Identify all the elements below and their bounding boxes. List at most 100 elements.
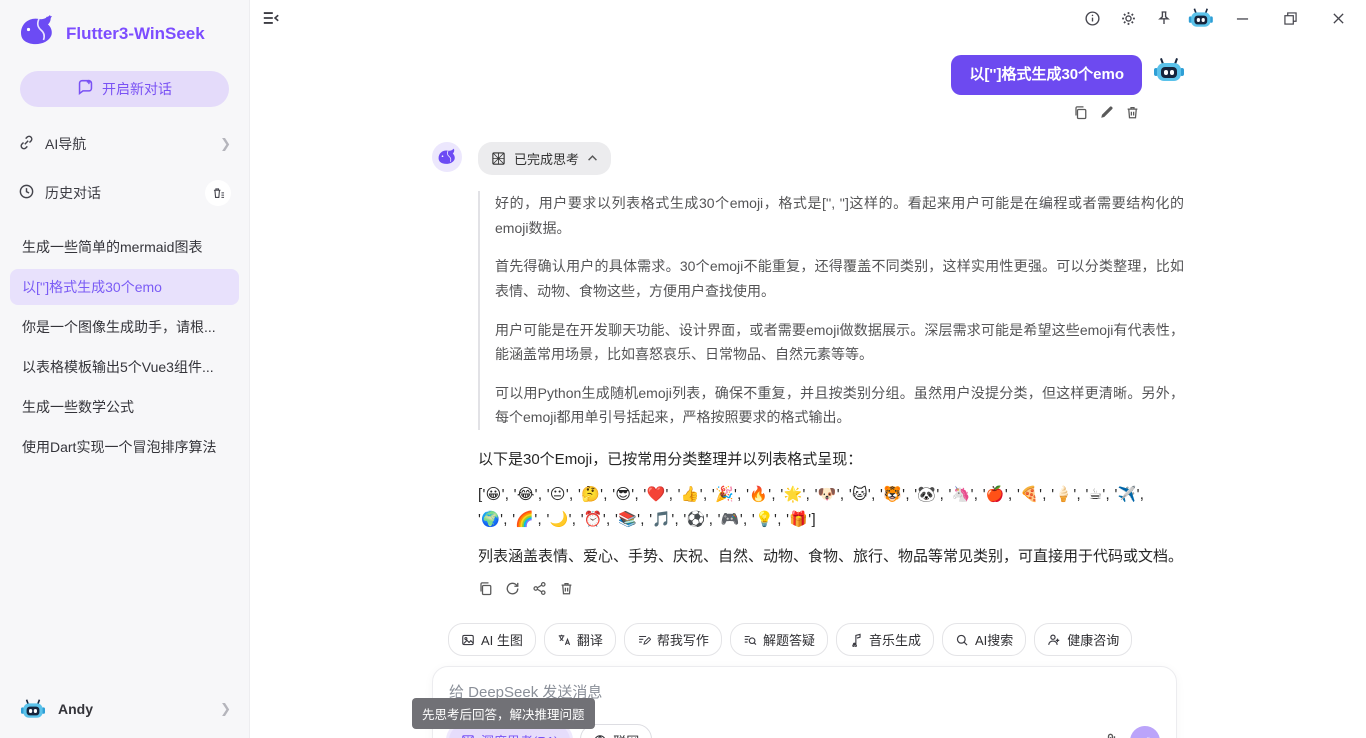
copy-icon[interactable] — [1073, 105, 1088, 120]
assistant-avatar — [432, 142, 462, 172]
image-icon — [461, 633, 475, 647]
link-icon — [18, 134, 35, 154]
chip-writing[interactable]: 帮我写作 — [624, 623, 722, 656]
chevron-right-icon: ❯ — [220, 701, 231, 717]
thinking-paragraph: 可以用Python生成随机emoji列表，确保不重复，并且按类别分组。虽然用户没… — [495, 381, 1184, 430]
titlebar-icons — [1078, 4, 1358, 32]
edit-icon[interactable] — [1099, 105, 1114, 120]
music-note-icon — [849, 633, 863, 647]
whale-logo-icon — [18, 14, 56, 53]
share-icon[interactable] — [532, 581, 547, 596]
new-chat-icon — [77, 79, 94, 99]
new-chat-button[interactable]: 开启新对话 — [20, 71, 229, 107]
thinking-status-pill[interactable]: 已完成思考 — [478, 142, 611, 175]
user-message-row: 以['']格式生成30个emo — [432, 55, 1184, 95]
app-title: Flutter3-WinSeek — [66, 24, 205, 44]
emoji-list: ['😀', '😂', '😐', '🤔', '😎', '❤️', '👍', '🎉'… — [478, 482, 1184, 533]
paperclip-icon — [1103, 732, 1120, 738]
user-profile-row[interactable]: Andy ❯ — [0, 680, 249, 738]
emoji-list-line: ['😀', '😂', '😐', '🤔', '😎', '❤️', '👍', '🎉'… — [478, 482, 1184, 508]
sidebar-item-ai-nav[interactable]: AI导航 ❯ — [0, 121, 249, 167]
history-item-active[interactable]: 以['']格式生成30个emo — [10, 269, 239, 305]
maximize-button[interactable] — [1270, 4, 1310, 32]
user-avatar — [21, 697, 45, 721]
title-bar — [250, 0, 1366, 32]
app-window: Flutter3-WinSeek 开启新对话 AI导航 ❯ — [0, 0, 1366, 738]
delete-icon[interactable] — [559, 581, 574, 596]
send-button[interactable] — [1130, 726, 1160, 738]
deepthink-icon — [491, 151, 506, 166]
translate-icon — [557, 633, 571, 647]
chip-ai-image[interactable]: AI 生图 — [448, 623, 536, 656]
delete-icon[interactable] — [1125, 105, 1140, 120]
user-name: Andy — [58, 701, 210, 717]
copy-icon[interactable] — [478, 581, 493, 596]
sidebar: Flutter3-WinSeek 开启新对话 AI导航 ❯ — [0, 0, 250, 738]
new-chat-label: 开启新对话 — [102, 79, 172, 99]
info-icon[interactable] — [1078, 4, 1106, 32]
answer-heading: 以下是30个Emoji，已按常用分类整理并以列表格式呈现： — [478, 447, 1184, 473]
chip-label: 解题答疑 — [763, 630, 815, 649]
answer-closing: 列表涵盖表情、爱心、手势、庆祝、自然、动物、食物、旅行、物品等常见类别，可直接用… — [478, 544, 1184, 570]
chip-label: 帮我写作 — [657, 630, 709, 649]
deep-think-label: 深度思考(R1) — [481, 731, 558, 738]
chip-label: 健康咨询 — [1067, 630, 1119, 649]
send-icon — [1138, 734, 1152, 738]
sidebar-collapse-icon[interactable] — [262, 9, 280, 27]
chip-label: AI搜索 — [975, 630, 1013, 649]
question-search-icon — [743, 633, 757, 647]
clear-history-button[interactable] — [205, 180, 231, 206]
chat-area: 以['']格式生成30个emo — [250, 32, 1366, 738]
globe-icon — [593, 734, 607, 738]
chip-ai-search[interactable]: AI搜索 — [942, 623, 1026, 656]
deepthink-icon — [461, 734, 475, 738]
history-item[interactable]: 生成一些数学公式 — [10, 389, 239, 425]
user-message-avatar — [1154, 55, 1184, 85]
history-item[interactable]: 生成一些简单的mermaid图表 — [10, 229, 239, 265]
sidebar-item-history[interactable]: 历史对话 — [0, 167, 249, 219]
brand: Flutter3-WinSeek — [0, 0, 249, 63]
thinking-content: 好的，用户要求以列表格式生成30个emoji，格式是['', '']这样的。看起… — [478, 191, 1184, 430]
regenerate-icon[interactable] — [505, 581, 520, 596]
minimize-button[interactable] — [1222, 4, 1262, 32]
emoji-list-line: '🌍', '🌈', '🌙', '⏰', '📚', '🎵', '⚽', '🎮', … — [478, 507, 1184, 533]
sidebar-item-label: AI导航 — [45, 134, 210, 154]
assistant-robot-icon[interactable] — [1186, 4, 1214, 32]
chip-label: 翻译 — [577, 630, 603, 649]
chip-health[interactable]: 健康咨询 — [1034, 623, 1132, 656]
attachment-button[interactable] — [1103, 732, 1120, 738]
assistant-answer: 以下是30个Emoji，已按常用分类整理并以列表格式呈现： ['😀', '😂',… — [478, 447, 1184, 569]
thinking-paragraph: 首先得确认用户的具体需求。30个emoji不能重复，还得覆盖不同类别，这样实用性… — [495, 254, 1184, 303]
main-area: 以['']格式生成30个emo — [250, 0, 1366, 738]
chip-label: 音乐生成 — [869, 630, 921, 649]
history-item[interactable]: 使用Dart实现一个冒泡排序算法 — [10, 429, 239, 465]
chip-translate[interactable]: 翻译 — [544, 623, 616, 656]
assistant-message-row: 已完成思考 好的，用户要求以列表格式生成30个emoji，格式是['', '']… — [432, 142, 1184, 596]
history-list: 生成一些简单的mermaid图表 以['']格式生成30个emo 你是一个图像生… — [0, 225, 249, 680]
chip-label: AI 生图 — [481, 630, 523, 649]
thinking-status-label: 已完成思考 — [514, 149, 579, 168]
chevron-right-icon: ❯ — [220, 136, 231, 152]
search-icon — [955, 633, 969, 647]
deep-think-tooltip: 先思考后回答，解决推理问题 — [412, 698, 595, 729]
writing-icon — [637, 633, 651, 647]
assistant-message-actions — [478, 581, 1184, 596]
sidebar-item-label: 历史对话 — [45, 183, 195, 203]
web-search-label: 联网 — [613, 731, 639, 738]
thinking-paragraph: 用户可能是在开发聊天功能、设计界面，或者需要emoji做数据展示。深层需求可能是… — [495, 318, 1184, 367]
quick-actions-row: AI 生图 翻译 帮我写作 — [448, 623, 1184, 656]
history-item[interactable]: 你是一个图像生成助手，请根... — [10, 309, 239, 345]
user-message-actions — [432, 105, 1140, 120]
pin-icon[interactable] — [1150, 4, 1178, 32]
chip-music[interactable]: 音乐生成 — [836, 623, 934, 656]
chevron-up-icon — [587, 153, 598, 164]
close-button[interactable] — [1318, 4, 1358, 32]
settings-gear-icon[interactable] — [1114, 4, 1142, 32]
history-clock-icon — [18, 183, 35, 203]
person-icon — [1047, 633, 1061, 647]
composer: 先思考后回答，解决推理问题 深度思考(R1) — [432, 666, 1177, 738]
chip-qa[interactable]: 解题答疑 — [730, 623, 828, 656]
user-message-bubble: 以['']格式生成30个emo — [951, 55, 1142, 95]
thinking-paragraph: 好的，用户要求以列表格式生成30个emoji，格式是['', '']这样的。看起… — [495, 191, 1184, 240]
history-item[interactable]: 以表格模板输出5个Vue3组件... — [10, 349, 239, 385]
